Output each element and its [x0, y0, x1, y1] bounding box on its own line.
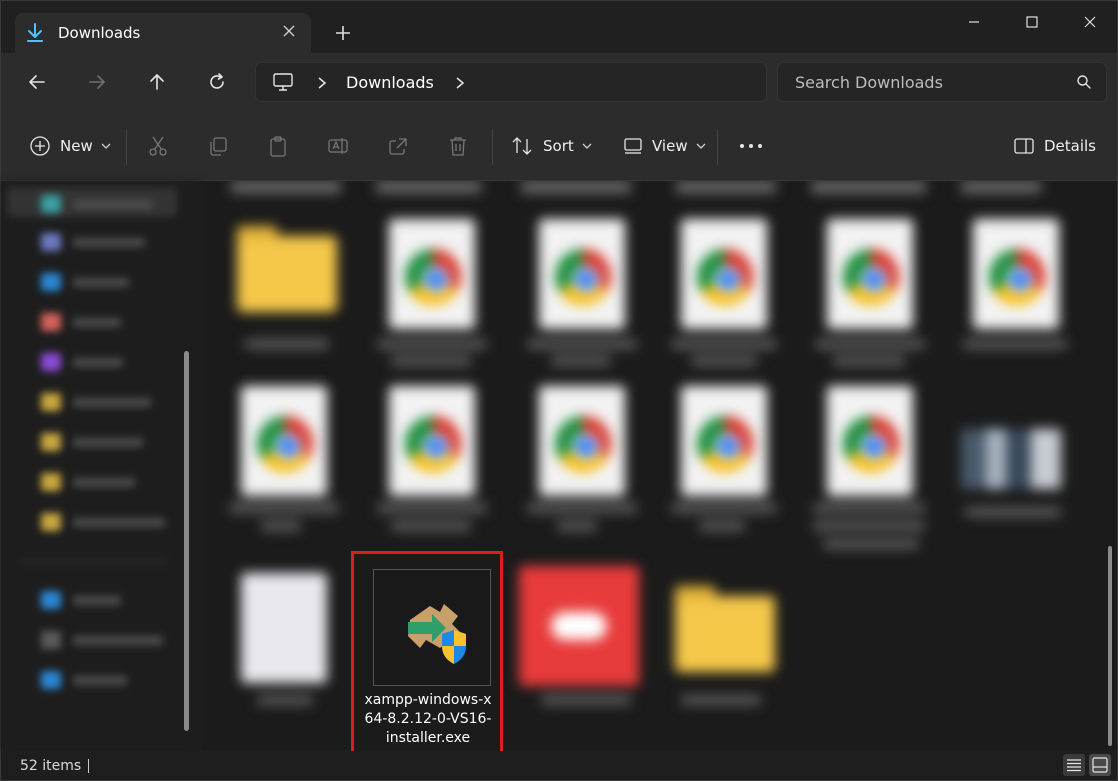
details-label: Details	[1044, 137, 1097, 155]
address-bar[interactable]: Downloads	[255, 62, 767, 102]
search-box[interactable]	[777, 62, 1107, 102]
details-button[interactable]: Details	[1013, 131, 1096, 161]
back-icon[interactable]	[23, 68, 51, 96]
this-pc-icon	[272, 71, 294, 93]
chevron-right-icon[interactable]	[454, 75, 466, 89]
tab-label: Downloads	[58, 24, 141, 42]
new-button[interactable]: New	[29, 131, 111, 161]
more-options-button[interactable]	[739, 131, 763, 161]
share-button[interactable]	[387, 131, 409, 161]
rename-button[interactable]	[327, 131, 349, 161]
tab-downloads[interactable]: Downloads	[15, 13, 311, 53]
trash-icon	[447, 135, 469, 157]
plus-circle-icon	[29, 135, 51, 157]
chevron-down-icon	[696, 142, 706, 150]
chevron-right-icon[interactable]	[316, 75, 328, 89]
title-bar: Downloads	[1, 1, 1117, 53]
status-bar: 52 items	[1, 751, 1117, 780]
view-icon	[622, 135, 644, 157]
minimize-icon[interactable]	[951, 8, 997, 36]
cut-button[interactable]	[147, 131, 169, 161]
more-icon	[739, 143, 763, 149]
view-label: View	[652, 137, 688, 155]
sidebar-scrollbar[interactable]	[184, 351, 189, 731]
navigation-bar: Downloads	[1, 53, 1117, 111]
refresh-icon[interactable]	[203, 68, 231, 96]
status-divider	[88, 759, 89, 773]
large-icons-view-icon[interactable]	[1089, 754, 1111, 776]
search-icon[interactable]	[1076, 74, 1092, 90]
new-tab-icon[interactable]	[331, 21, 355, 45]
up-icon[interactable]	[143, 68, 171, 96]
delete-button[interactable]	[447, 131, 469, 161]
maximize-icon[interactable]	[1009, 8, 1055, 36]
download-icon	[25, 23, 45, 43]
blurred-files	[201, 181, 1117, 751]
chevron-down-icon	[582, 142, 592, 150]
toolbar-divider	[492, 129, 493, 165]
details-view-icon[interactable]	[1063, 754, 1085, 776]
toolbar-divider	[126, 129, 127, 165]
toolbar-divider	[717, 129, 718, 165]
breadcrumb-downloads[interactable]: Downloads	[346, 73, 434, 92]
paste-button[interactable]	[267, 131, 289, 161]
forward-icon[interactable]	[83, 68, 111, 96]
chevron-down-icon	[101, 142, 111, 150]
sort-icon	[511, 135, 533, 157]
content-scrollbar[interactable]	[1108, 546, 1112, 746]
new-label: New	[60, 137, 93, 155]
details-pane-icon	[1013, 135, 1035, 157]
share-icon	[387, 135, 409, 157]
clipboard-icon	[267, 135, 289, 157]
close-tab-icon[interactable]	[281, 23, 297, 39]
close-window-icon[interactable]	[1067, 8, 1113, 36]
scissors-icon	[147, 135, 169, 157]
rename-icon	[327, 135, 349, 157]
highlight-box	[351, 551, 503, 751]
item-count: 52 items	[20, 758, 82, 774]
sort-label: Sort	[543, 137, 574, 155]
command-bar: New Sort View Details	[1, 111, 1117, 181]
copy-button[interactable]	[207, 131, 229, 161]
navigation-pane[interactable]	[1, 181, 201, 751]
search-input[interactable]	[778, 63, 1068, 101]
view-button[interactable]: View	[622, 131, 706, 161]
file-grid: xampp-windows-x64-8.2.12-0-VS16-installe…	[201, 181, 1117, 751]
copy-icon	[207, 135, 229, 157]
file-explorer-window: Downloads Downloads Search Downloads New…	[0, 0, 1118, 781]
sort-button[interactable]: Sort	[511, 131, 592, 161]
